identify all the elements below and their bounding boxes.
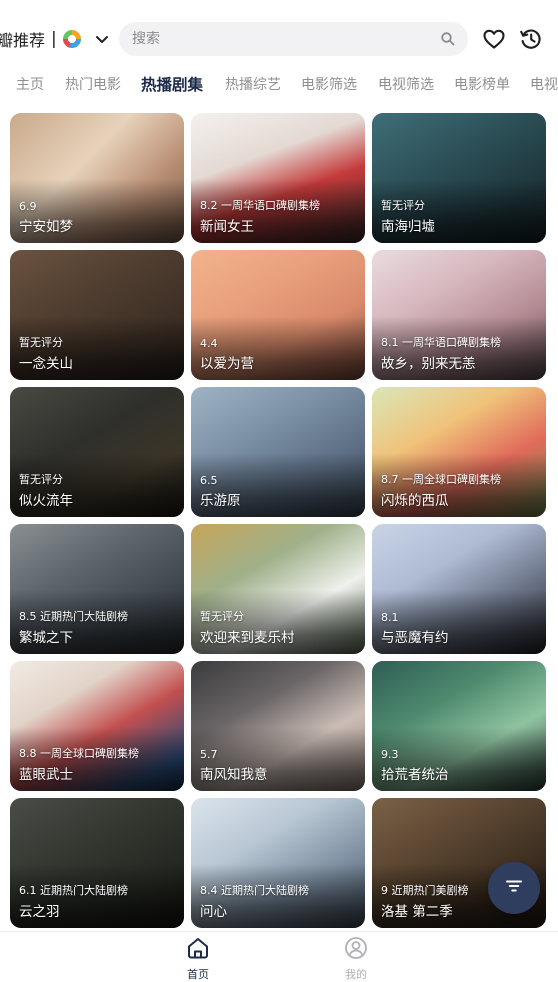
poster-card[interactable]: 8.8 一周全球口碑剧集榜 蓝眼武士 bbox=[10, 661, 184, 791]
bottom-nav: 首页 我的 bbox=[0, 931, 558, 981]
poster-meta: 8.8 一周全球口碑剧集榜 bbox=[19, 747, 139, 760]
poster-meta: 暂无评分 bbox=[200, 610, 244, 623]
brand-separator: | bbox=[51, 29, 57, 49]
poster-meta: 5.7 bbox=[200, 748, 218, 761]
poster-card[interactable]: 8.5 近期热门大陆剧榜 繁城之下 bbox=[10, 524, 184, 654]
category-tabs: 主页 热门电影 热播剧集 热播综艺 电影筛选 电视筛选 电影榜单 电视榜 bbox=[0, 66, 558, 100]
home-icon bbox=[185, 935, 211, 965]
poster-meta: 8.4 近期热门大陆剧榜 bbox=[200, 884, 309, 897]
tab-movie-filter[interactable]: 电影筛选 bbox=[301, 74, 357, 94]
filter-icon bbox=[503, 875, 525, 901]
search-bar[interactable] bbox=[119, 22, 468, 56]
poster-card[interactable]: 6.1 近期热门大陆剧榜 云之羽 bbox=[10, 798, 184, 928]
poster-meta: 4.4 bbox=[200, 337, 218, 350]
nav-profile-label: 我的 bbox=[345, 968, 367, 981]
tab-hot-series[interactable]: 热播剧集 bbox=[141, 73, 203, 95]
poster-card[interactable]: 暂无评分 一念关山 bbox=[10, 250, 184, 380]
poster-title: 新闻女王 bbox=[200, 219, 254, 235]
poster-card[interactable]: 6.9 宁安如梦 bbox=[10, 113, 184, 243]
chevron-down-icon[interactable] bbox=[91, 28, 113, 50]
source-logo-icon bbox=[62, 30, 81, 48]
poster-meta: 6.1 近期热门大陆剧榜 bbox=[19, 884, 128, 897]
search-icon[interactable] bbox=[440, 31, 456, 47]
poster-card[interactable]: 8.1 一周华语口碑剧集榜 故乡，别来无恙 bbox=[372, 250, 546, 380]
tab-home[interactable]: 主页 bbox=[16, 74, 44, 94]
poster-title: 宁安如梦 bbox=[19, 219, 73, 235]
nav-profile[interactable]: 我的 bbox=[326, 935, 386, 981]
poster-meta: 9 近期热门美剧榜 bbox=[381, 884, 469, 897]
poster-card[interactable]: 8.2 一周华语口碑剧集榜 新闻女王 bbox=[191, 113, 365, 243]
poster-card[interactable]: 6.5 乐游原 bbox=[191, 387, 365, 517]
poster-title: 乐游原 bbox=[200, 493, 241, 509]
poster-card[interactable]: 暂无评分 南海归墟 bbox=[372, 113, 546, 243]
search-input[interactable] bbox=[130, 30, 434, 48]
poster-card[interactable]: 暂无评分 似火流年 bbox=[10, 387, 184, 517]
poster-meta: 8.7 一周全球口碑剧集榜 bbox=[381, 473, 501, 486]
filter-button[interactable] bbox=[488, 862, 540, 914]
poster-title: 繁城之下 bbox=[19, 630, 73, 646]
tab-tv-chart[interactable]: 电视榜 bbox=[530, 74, 558, 94]
poster-card[interactable]: 8.1 与恶魔有约 bbox=[372, 524, 546, 654]
poster-title: 一念关山 bbox=[19, 356, 73, 372]
poster-card[interactable]: 暂无评分 欢迎来到麦乐村 bbox=[191, 524, 365, 654]
poster-meta: 暂无评分 bbox=[19, 336, 63, 349]
tab-movie-chart[interactable]: 电影榜单 bbox=[454, 74, 510, 94]
poster-title: 拾荒者统治 bbox=[381, 767, 449, 783]
poster-title: 故乡，别来无恙 bbox=[381, 356, 476, 372]
nav-home-label: 首页 bbox=[187, 968, 209, 981]
poster-meta: 8.2 一周华语口碑剧集榜 bbox=[200, 199, 320, 212]
poster-title: 蓝眼武士 bbox=[19, 767, 73, 783]
poster-meta: 8.1 bbox=[381, 611, 399, 624]
poster-title: 以爱为营 bbox=[200, 356, 254, 372]
poster-meta: 6.5 bbox=[200, 474, 218, 487]
poster-title: 闪烁的西瓜 bbox=[381, 493, 449, 509]
history-icon[interactable] bbox=[518, 26, 544, 52]
poster-title: 问心 bbox=[200, 904, 227, 920]
poster-meta: 8.1 一周华语口碑剧集榜 bbox=[381, 336, 501, 349]
poster-meta: 暂无评分 bbox=[19, 473, 63, 486]
poster-meta: 9.3 bbox=[381, 748, 399, 761]
poster-title: 欢迎来到麦乐村 bbox=[200, 630, 295, 646]
profile-icon bbox=[343, 935, 369, 965]
tab-tv-filter[interactable]: 电视筛选 bbox=[378, 74, 434, 94]
poster-meta: 6.9 bbox=[19, 200, 37, 213]
poster-card[interactable]: 8.7 一周全球口碑剧集榜 闪烁的西瓜 bbox=[372, 387, 546, 517]
favorites-heart-icon[interactable] bbox=[481, 26, 507, 52]
poster-title: 与恶魔有约 bbox=[381, 630, 449, 646]
poster-card[interactable]: 5.7 南风知我意 bbox=[191, 661, 365, 791]
poster-title: 云之羽 bbox=[19, 904, 60, 920]
poster-card[interactable]: 8.4 近期热门大陆剧榜 问心 bbox=[191, 798, 365, 928]
poster-title: 南海归墟 bbox=[381, 219, 435, 235]
poster-meta: 8.5 近期热门大陆剧榜 bbox=[19, 610, 128, 623]
poster-title: 南风知我意 bbox=[200, 767, 268, 783]
poster-card[interactable]: 9.3 拾荒者统治 bbox=[372, 661, 546, 791]
source-selector[interactable]: 瓣推荐 | bbox=[0, 22, 113, 56]
poster-title: 洛基 第二季 bbox=[381, 904, 453, 920]
source-name: 瓣推荐 bbox=[0, 31, 46, 50]
poster-meta: 暂无评分 bbox=[381, 199, 425, 212]
poster-title: 似火流年 bbox=[19, 493, 73, 509]
poster-card[interactable]: 4.4 以爱为营 bbox=[191, 250, 365, 380]
tab-hot-movies[interactable]: 热门电影 bbox=[65, 74, 121, 94]
tab-hot-variety[interactable]: 热播综艺 bbox=[225, 74, 281, 94]
nav-home[interactable]: 首页 bbox=[168, 935, 228, 981]
